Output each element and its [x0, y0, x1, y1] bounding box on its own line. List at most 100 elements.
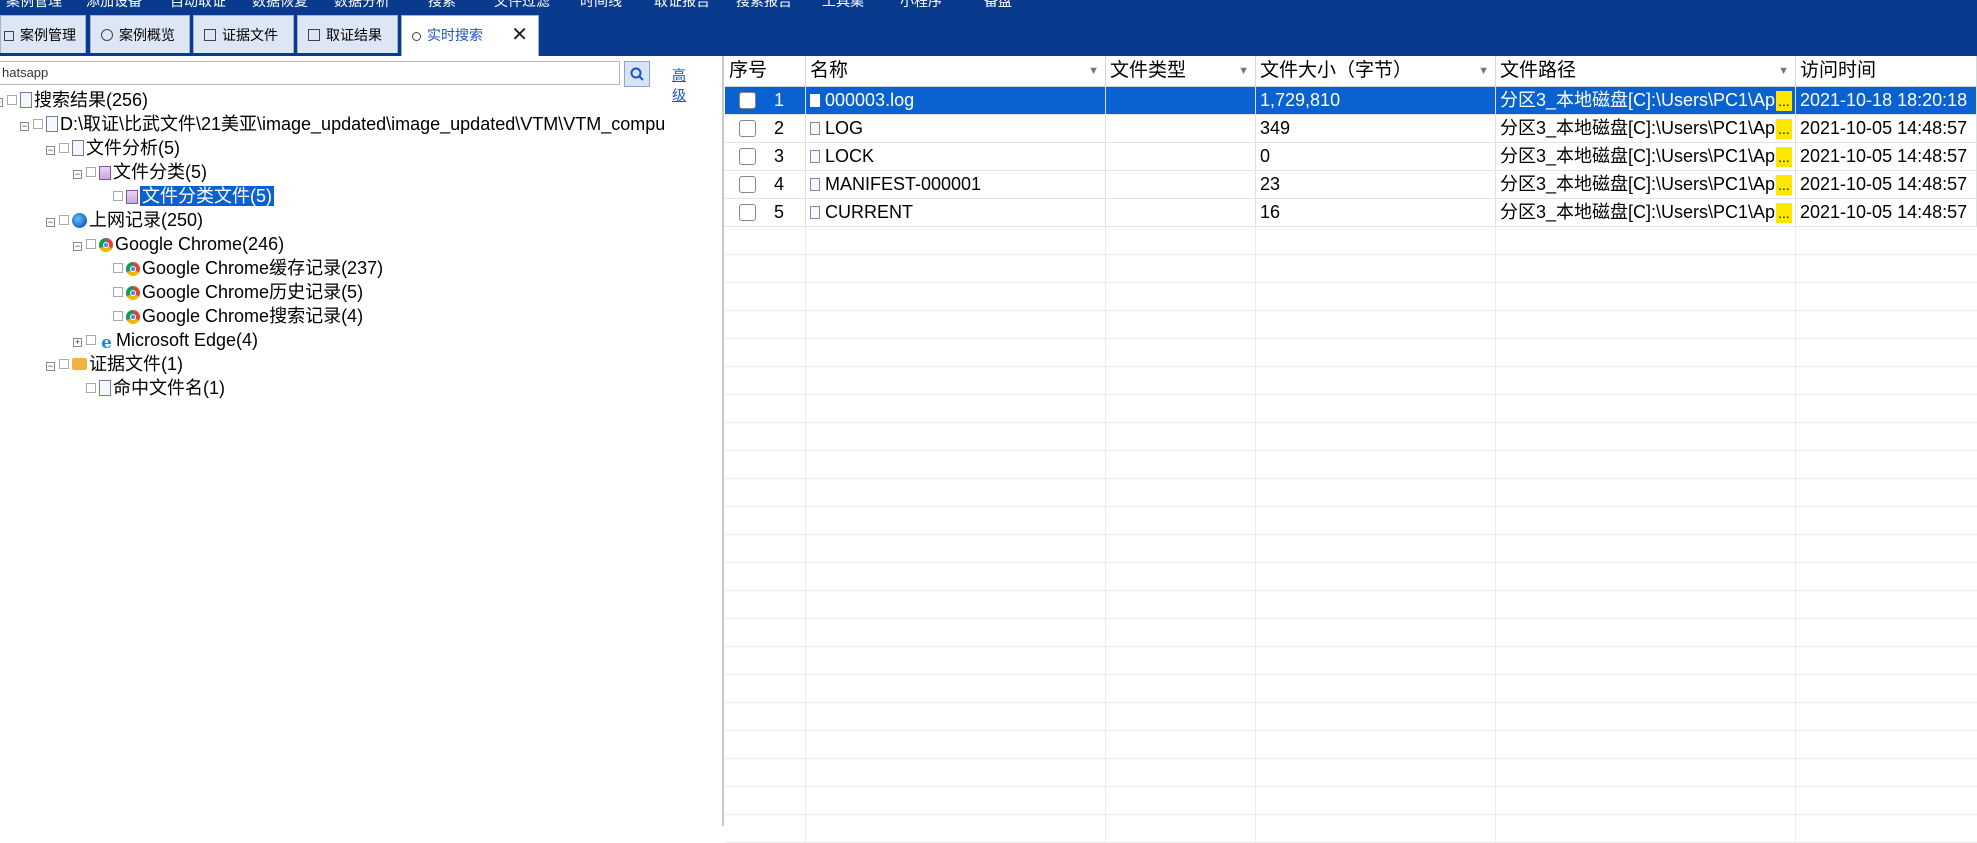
tab-evidence-files[interactable]: 证据文件: [193, 15, 294, 53]
grid-line: [805, 283, 806, 311]
table-row[interactable]: 3 LOCK 0 分区3_本地磁盘[C]:\Users\PC1\Ap... 20…: [725, 143, 1977, 171]
column-header-file-type[interactable]: 文件类型 ▼: [1106, 56, 1256, 86]
collapse-icon[interactable]: −: [73, 170, 82, 179]
collapse-icon[interactable]: −: [20, 122, 29, 131]
column-header-access-time[interactable]: 访问时间: [1796, 56, 1977, 86]
collapse-icon[interactable]: −: [46, 362, 55, 371]
column-header-file-path[interactable]: 文件路径 ▼: [1496, 56, 1796, 86]
advanced-search-link[interactable]: 高级: [672, 65, 686, 105]
tree-node-chrome-search[interactable]: Google Chrome搜索记录(4): [113, 304, 363, 328]
tree-checkbox[interactable]: [113, 263, 123, 273]
path-ellipsis-button[interactable]: ...: [1776, 147, 1792, 167]
tree-node-google-chrome[interactable]: − Google Chrome(246): [73, 232, 284, 256]
expand-icon[interactable]: +: [73, 338, 82, 347]
row-index-cell: 3: [725, 143, 806, 170]
tree-node-image-path[interactable]: − D:\取证\比武文件\21美亚\image_updated\image_upd…: [20, 112, 665, 136]
pane-splitter[interactable]: [722, 56, 724, 826]
tab-case-overview[interactable]: 案例概览: [90, 15, 190, 53]
menu-item-forensic-report[interactable]: 取证报告: [654, 0, 710, 11]
doc-icon: [99, 380, 111, 396]
tree-checkbox[interactable]: [86, 167, 96, 177]
filter-icon[interactable]: ▼: [1778, 56, 1789, 86]
tab-forensic-results[interactable]: 取证结果: [297, 15, 398, 53]
tree-checkbox[interactable]: [86, 335, 96, 345]
file-name: 000003.log: [825, 90, 915, 110]
menu-item-data-analysis[interactable]: 数据分析: [334, 0, 390, 11]
table-row[interactable]: 1 000003.log 1,729,810 分区3_本地磁盘[C]:\User…: [725, 87, 1977, 115]
row-checkbox[interactable]: [739, 92, 756, 109]
tree-node-web-history[interactable]: − 上网记录(250): [46, 208, 203, 232]
tree-node-evidence-files[interactable]: − 证据文件(1): [46, 352, 183, 376]
path-ellipsis-button[interactable]: ...: [1776, 91, 1792, 111]
empty-table-row: [725, 451, 1977, 479]
tree-node-classified-files[interactable]: 文件分类文件(5): [113, 184, 274, 208]
tree-checkbox[interactable]: [113, 287, 123, 297]
collapse-icon[interactable]: −: [46, 146, 55, 155]
empty-table-row: [725, 535, 1977, 563]
tree-node-chrome-history[interactable]: Google Chrome历史记录(5): [113, 280, 363, 304]
tree-checkbox[interactable]: [7, 95, 17, 105]
row-checkbox[interactable]: [739, 204, 756, 221]
column-header-name[interactable]: 名称 ▼: [806, 56, 1106, 86]
column-header-index[interactable]: 序号: [725, 56, 806, 86]
row-checkbox[interactable]: [739, 120, 756, 137]
row-checkbox[interactable]: [739, 148, 756, 165]
grid-line: [1105, 675, 1106, 703]
grid-line: [1105, 311, 1106, 339]
table-row[interactable]: 5 CURRENT 16 分区3_本地磁盘[C]:\Users\PC1\Ap..…: [725, 199, 1977, 227]
menu-item-backup[interactable]: 备盘: [984, 0, 1012, 11]
menu-item-search[interactable]: 搜索: [428, 0, 456, 11]
search-input[interactable]: hatsapp: [0, 61, 620, 85]
menu-item-file-filter[interactable]: 文件过滤: [494, 0, 550, 11]
menu-item-search-report[interactable]: 搜索报告: [736, 0, 792, 11]
tree-checkbox[interactable]: [113, 311, 123, 321]
menu-item-auto-forensics[interactable]: 自动取证: [170, 0, 226, 11]
tree-checkbox[interactable]: [59, 359, 69, 369]
tree-checkbox[interactable]: [59, 215, 69, 225]
table-row[interactable]: 4 MANIFEST-000001 23 分区3_本地磁盘[C]:\Users\…: [725, 171, 1977, 199]
close-icon[interactable]: ✕: [511, 16, 528, 54]
tree-checkbox[interactable]: [59, 143, 69, 153]
tree-node-search-results[interactable]: − 搜索结果(256): [0, 88, 148, 112]
collapse-icon[interactable]: −: [46, 218, 55, 227]
table-row[interactable]: 2 LOG 349 分区3_本地磁盘[C]:\Users\PC1\Ap... 2…: [725, 115, 1977, 143]
menu-item-add-device[interactable]: 添加设备: [86, 0, 142, 11]
name-cell: LOCK: [806, 143, 1106, 170]
filter-icon[interactable]: ▼: [1238, 56, 1249, 86]
tab-case-management[interactable]: 案例管理: [0, 15, 86, 53]
tab-label: 证据文件: [222, 27, 278, 43]
filter-icon[interactable]: ▼: [1088, 56, 1099, 86]
tree-checkbox[interactable]: [86, 239, 96, 249]
grid-line: [805, 451, 806, 479]
menu-item-timeline[interactable]: 时间线: [580, 0, 622, 11]
tree-node-file-analysis[interactable]: − 文件分析(5): [46, 136, 180, 160]
filter-icon[interactable]: ▼: [1478, 56, 1489, 86]
tree-checkbox[interactable]: [86, 383, 96, 393]
tree-checkbox[interactable]: [113, 191, 123, 201]
search-button[interactable]: [624, 61, 650, 87]
grid-line: [805, 675, 806, 703]
size-cell: 1,729,810: [1256, 87, 1496, 114]
collapse-icon[interactable]: −: [73, 242, 82, 251]
row-checkbox[interactable]: [739, 176, 756, 193]
tree-node-matched-filenames[interactable]: 命中文件名(1): [86, 376, 225, 400]
menu-item-mini-program[interactable]: 小程序: [900, 0, 942, 11]
empty-table-row: [725, 675, 1977, 703]
tree-node-chrome-cache[interactable]: Google Chrome缓存记录(237): [113, 256, 383, 280]
path-ellipsis-button[interactable]: ...: [1776, 203, 1792, 223]
menu-item-case-management[interactable]: 案例管理: [6, 0, 62, 11]
menu-item-toolset[interactable]: 工具集: [822, 0, 864, 11]
file-path: 分区3_本地磁盘[C]:\Users\PC1\Ap: [1500, 90, 1776, 110]
tree-node-microsoft-edge[interactable]: + e Microsoft Edge(4): [73, 328, 258, 352]
tree-checkbox[interactable]: [33, 119, 43, 129]
tab-realtime-search[interactable]: 实时搜索 ✕: [401, 15, 539, 56]
type-cell: [1106, 143, 1256, 170]
column-header-file-size[interactable]: 文件大小（字节） ▼: [1256, 56, 1496, 86]
menu-item-data-recovery[interactable]: 数据恢复: [252, 0, 308, 11]
chrome-icon: [126, 310, 140, 324]
path-ellipsis-button[interactable]: ...: [1776, 119, 1792, 139]
tree-node-file-classification[interactable]: − 文件分类(5): [73, 160, 207, 184]
collapse-icon[interactable]: −: [0, 98, 3, 107]
path-ellipsis-button[interactable]: ...: [1776, 175, 1792, 195]
tree-node-label: 文件分类文件(5): [140, 186, 274, 206]
